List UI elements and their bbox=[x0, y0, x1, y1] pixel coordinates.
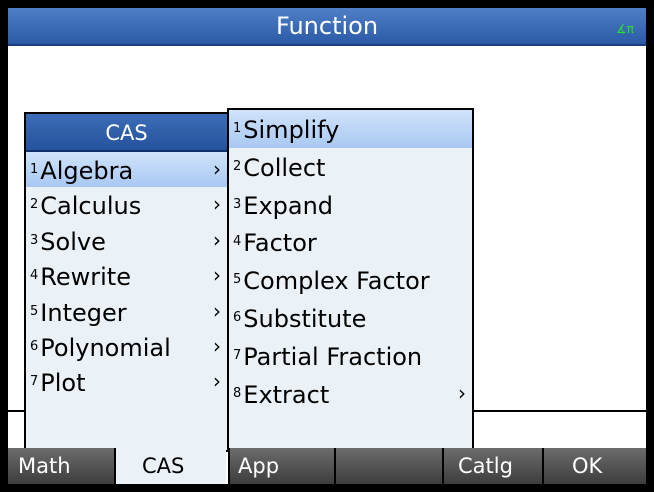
item-number: 4 bbox=[233, 234, 242, 250]
menu-item-extract[interactable]: 8Extract › bbox=[229, 375, 472, 413]
item-label: Collect bbox=[243, 153, 326, 182]
item-label: Expand bbox=[243, 191, 334, 220]
item-label: Simplify bbox=[243, 116, 340, 144]
menu-item-substitute[interactable]: 6Substitute bbox=[229, 299, 472, 337]
item-label: Plot bbox=[40, 369, 86, 398]
item-number: 2 bbox=[233, 158, 242, 174]
softkey-cas[interactable]: CAS bbox=[116, 448, 226, 484]
title-bar: Function ∡π bbox=[8, 8, 646, 46]
item-label: Integer bbox=[40, 298, 127, 327]
cas-menu-header: CAS bbox=[26, 114, 227, 152]
menu-item-plot[interactable]: 7Plot › bbox=[26, 364, 227, 399]
chevron-right-icon: › bbox=[213, 263, 221, 288]
calculator-screen: Function ∡π CAS 1Algebra › 2Calculus › 3… bbox=[8, 8, 646, 484]
menu-item-partial-fraction[interactable]: 7Partial Fraction bbox=[229, 337, 472, 375]
softkey-app[interactable]: App bbox=[228, 448, 336, 484]
chevron-right-icon: › bbox=[213, 192, 221, 217]
softkey-catlg[interactable]: Catlg bbox=[444, 448, 544, 484]
menu-item-factor[interactable]: 4Factor bbox=[229, 223, 472, 261]
menu-item-polynomial[interactable]: 6Polynomial › bbox=[26, 329, 227, 364]
softkey-blank[interactable] bbox=[336, 448, 444, 484]
menu-item-complex-factor[interactable]: 5Complex Factor bbox=[229, 261, 472, 299]
chevron-right-icon: › bbox=[213, 369, 221, 394]
item-label: Algebra bbox=[40, 157, 134, 185]
item-label: Substitute bbox=[243, 304, 367, 333]
chevron-right-icon: › bbox=[213, 227, 221, 252]
chevron-right-icon: › bbox=[458, 380, 466, 405]
menu-item-collect[interactable]: 2Collect bbox=[229, 148, 472, 186]
chevron-right-icon: › bbox=[213, 333, 221, 358]
angle-mode-icon: ∡π bbox=[616, 22, 634, 36]
menu-item-expand[interactable]: 3Expand bbox=[229, 186, 472, 224]
item-number: 7 bbox=[233, 347, 242, 363]
menu-item-integer[interactable]: 5Integer › bbox=[26, 294, 227, 329]
item-number: 7 bbox=[30, 374, 39, 390]
algebra-submenu: 1Simplify 2Collect 3Expand 4Factor 5Comp… bbox=[227, 108, 474, 450]
item-label: Complex Factor bbox=[243, 267, 430, 296]
item-number: 5 bbox=[30, 303, 39, 319]
chevron-right-icon: › bbox=[213, 298, 221, 323]
menu-item-algebra[interactable]: 1Algebra › bbox=[26, 152, 227, 188]
item-number: 6 bbox=[30, 338, 39, 354]
app-title: Function bbox=[275, 12, 379, 40]
menu-item-solve[interactable]: 3Solve › bbox=[26, 223, 227, 258]
item-number: 3 bbox=[233, 196, 242, 212]
item-label: Solve bbox=[40, 227, 106, 256]
menu-item-calculus[interactable]: 2Calculus › bbox=[26, 187, 227, 222]
item-label: Extract bbox=[243, 380, 330, 409]
item-label: Factor bbox=[243, 229, 317, 258]
chevron-right-icon: › bbox=[213, 157, 221, 181]
softkey-divider bbox=[228, 448, 230, 484]
softkey-math[interactable]: Math bbox=[8, 448, 116, 484]
menu-item-simplify[interactable]: 1Simplify bbox=[229, 110, 472, 148]
menu-item-rewrite[interactable]: 4Rewrite › bbox=[26, 258, 227, 293]
softkey-ok[interactable]: OK bbox=[544, 448, 646, 484]
item-number: 2 bbox=[30, 197, 39, 213]
softkey-bar: Math CAS App Catlg OK bbox=[8, 448, 646, 484]
item-number: 3 bbox=[30, 232, 39, 248]
item-label: Partial Fraction bbox=[243, 342, 423, 371]
item-number: 1 bbox=[30, 162, 39, 177]
item-label: Rewrite bbox=[40, 263, 131, 292]
item-number: 6 bbox=[233, 309, 242, 325]
cas-menu: CAS 1Algebra › 2Calculus › 3Solve › 4Rew… bbox=[24, 112, 229, 452]
item-label: Polynomial bbox=[40, 333, 171, 362]
item-number: 4 bbox=[30, 268, 39, 284]
item-number: 8 bbox=[233, 385, 242, 401]
item-label: Calculus bbox=[40, 192, 142, 221]
item-number: 5 bbox=[233, 272, 242, 288]
item-number: 1 bbox=[233, 121, 242, 136]
